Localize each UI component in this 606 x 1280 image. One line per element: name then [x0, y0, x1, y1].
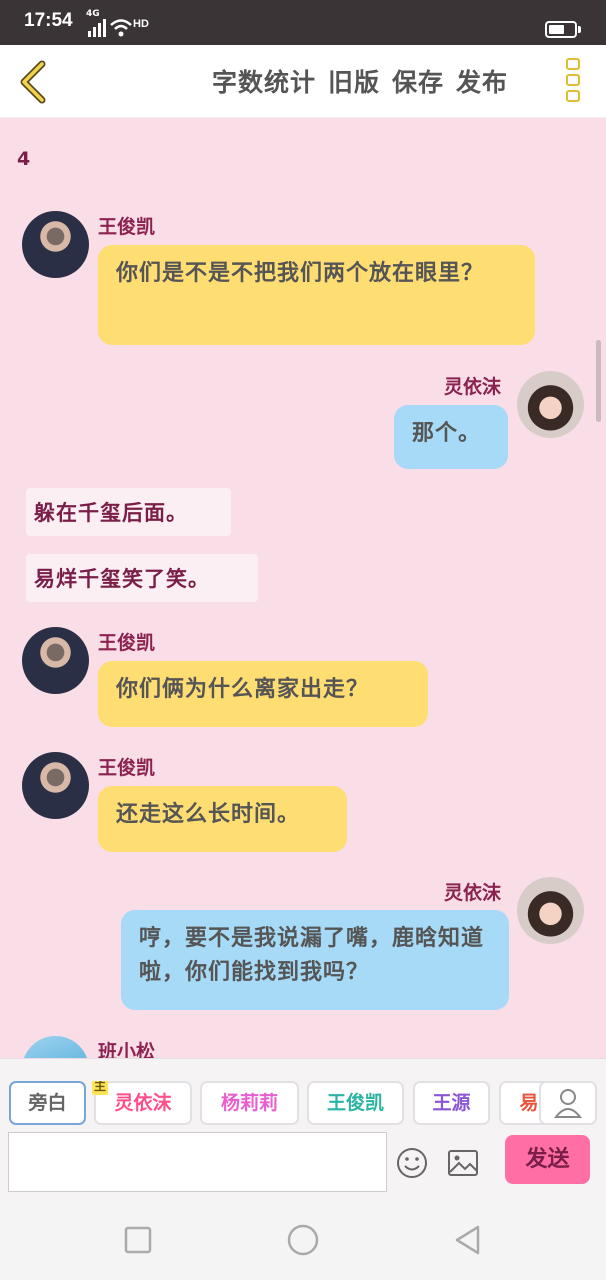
character-label: 旁白	[28, 1092, 67, 1114]
character-label: 杨莉莉	[220, 1092, 278, 1114]
smiley-icon[interactable]	[395, 1146, 429, 1180]
avatar[interactable]	[517, 371, 584, 438]
more-vertical-icon[interactable]	[563, 58, 583, 108]
network-type: 4G	[86, 9, 100, 19]
avatar[interactable]	[22, 627, 89, 694]
image-icon[interactable]	[446, 1146, 480, 1180]
signal-icon	[88, 19, 106, 37]
back-triangle-icon[interactable]	[448, 1220, 488, 1260]
narration-text[interactable]: 易烊千玺笑了笑。	[26, 554, 258, 602]
sender-name: 王俊凯	[98, 632, 156, 654]
message-bubble[interactable]: 你们俩为什么离家出走？	[98, 661, 428, 727]
narration-text[interactable]: 躲在千玺后面。	[26, 488, 231, 536]
character-chip[interactable]: 王源	[413, 1081, 490, 1125]
sender-name: 班小松	[98, 1041, 156, 1058]
character-label: 王俊凯	[326, 1092, 384, 1114]
character-label: 王源	[432, 1092, 471, 1114]
toolbar-actions: 字数统计 旧版 保存 发布	[210, 63, 518, 99]
old-version-button[interactable]: 旧版	[326, 63, 390, 99]
avatar[interactable]	[517, 877, 584, 944]
sender-name: 王俊凯	[98, 216, 156, 238]
sender-name: 灵依沫	[444, 882, 502, 904]
character-selector[interactable]: 旁白 主 灵依沫 杨莉莉 王俊凯 王源 易	[0, 1081, 606, 1127]
chevron-left-icon[interactable]	[14, 59, 54, 105]
save-button[interactable]: 保存	[390, 63, 454, 99]
send-button[interactable]: 发送	[505, 1135, 590, 1184]
recents-square-icon[interactable]	[118, 1220, 158, 1260]
message-input[interactable]	[8, 1132, 387, 1192]
character-chip[interactable]: 旁白	[9, 1081, 86, 1125]
message-bubble[interactable]: 那个。	[394, 405, 508, 469]
hd-icon: HD	[133, 18, 149, 30]
publish-button[interactable]: 发布	[454, 63, 518, 99]
character-label: 易	[519, 1092, 539, 1114]
message-bubble[interactable]: 你们是不是不把我们两个放在眼里？	[98, 245, 535, 345]
word-count-button[interactable]: 字数统计	[210, 63, 326, 99]
top-toolbar: 字数统计 旧版 保存 发布	[0, 45, 606, 118]
sender-name: 王俊凯	[98, 757, 156, 779]
chapter-number: 4	[17, 148, 31, 170]
scrollbar[interactable]	[596, 340, 601, 422]
character-chip[interactable]: 王俊凯	[307, 1081, 404, 1125]
battery-icon	[545, 21, 581, 38]
home-circle-icon[interactable]	[283, 1220, 323, 1260]
message-bubble[interactable]: 还走这么长时间。	[98, 786, 347, 852]
composer-panel: 旁白 主 灵依沫 杨莉莉 王俊凯 王源 易 发送	[0, 1058, 606, 1198]
character-chip[interactable]: 杨莉莉	[200, 1081, 299, 1125]
status-bar: 17:54 4G HD	[0, 0, 606, 45]
user-icon[interactable]	[539, 1081, 597, 1125]
wifi-icon	[110, 19, 132, 37]
user-icon-glyph	[553, 1089, 583, 1118]
character-chip[interactable]: 主 灵依沫	[92, 1081, 192, 1125]
lead-badge: 主	[92, 1081, 109, 1095]
status-time: 17:54	[24, 10, 73, 31]
avatar[interactable]	[22, 1036, 89, 1058]
system-nav-bar	[0, 1198, 606, 1280]
avatar[interactable]	[22, 211, 89, 278]
sender-name: 灵依沫	[444, 376, 502, 398]
message-bubble[interactable]: 哼，要不是我说漏了嘴，鹿晗知道啦，你们能找到我吗？	[121, 910, 509, 1010]
avatar[interactable]	[22, 752, 89, 819]
chat-area[interactable]: 4 王俊凯 你们是不是不把我们两个放在眼里？ 灵依沫 那个。 躲在千玺后面。 易…	[0, 118, 606, 1058]
character-label: 灵依沫	[114, 1092, 172, 1114]
